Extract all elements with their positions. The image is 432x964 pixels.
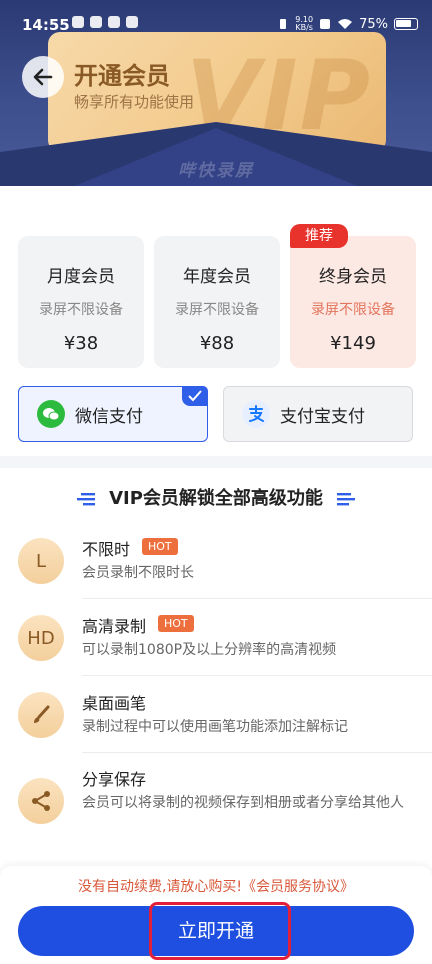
plan-price: ¥38 (63, 333, 99, 354)
page-title: 开通会员 (74, 62, 170, 90)
feature-desc: 会员可以将录制的视频保存到相册或者分享给其他人 (82, 795, 404, 811)
purchase-bar: 没有自动续费,请放心购买!《会员服务协议》 立即开通 (0, 866, 432, 964)
divider (82, 752, 432, 753)
check-icon (182, 386, 208, 406)
feature-name: 分享保存 (82, 770, 147, 789)
plan-desc: 录屏不限设备 (311, 302, 395, 318)
plan-name: 月度会员 (47, 267, 115, 287)
vibrate-icon (280, 19, 287, 29)
plan-desc: 录屏不限设备 (175, 302, 259, 318)
app-notification-icon (126, 16, 138, 28)
feature-name: 高清录制 (82, 617, 147, 636)
back-button[interactable] (22, 56, 64, 98)
tiktok-icon (90, 16, 102, 28)
feature-name: 不限时 (82, 540, 131, 559)
alipay-label: 支付宝支付 (280, 406, 365, 427)
status-time: 14:55 (22, 16, 70, 34)
feature-icon-hd: HD (18, 615, 64, 661)
notification-icons (72, 16, 138, 28)
share-icon (18, 778, 64, 824)
alipay-option[interactable]: 支付宝支付 (223, 386, 413, 442)
plan-name: 年度会员 (183, 267, 251, 287)
plan-yearly[interactable]: 年度会员 录屏不限设备 ¥88 (154, 236, 280, 368)
message-icon (108, 16, 120, 28)
battery-icon (394, 18, 418, 30)
status-bar: 14:55 9.10 KB/s 75% (0, 0, 432, 48)
status-right: 9.10 KB/s 75% (277, 16, 418, 32)
highlight-box (149, 902, 291, 960)
plan-price: ¥149 (330, 333, 376, 354)
arrow-left-icon (33, 68, 53, 86)
plan-lifetime[interactable]: 终身会员 录屏不限设备 ¥149 (290, 236, 416, 368)
sim-icon (320, 19, 331, 29)
menu-lines-icon (76, 493, 95, 506)
menu-lines-icon (337, 493, 356, 506)
divider (82, 598, 432, 599)
plan-monthly[interactable]: 月度会员 录屏不限设备 ¥38 (18, 236, 144, 368)
network-speed: 9.10 KB/s (295, 15, 314, 32)
plan-price: ¥88 (199, 333, 235, 354)
plan-name: 终身会员 (319, 267, 387, 287)
features-heading: VIP会员解锁全部高级功能 (0, 484, 432, 510)
feature-desc: 会员录制不限时长 (82, 565, 194, 581)
auto-renew-notice[interactable]: 没有自动续费,请放心购买!《会员服务协议》 (0, 876, 432, 896)
brand-watermark: 哔快录屏 (178, 161, 254, 181)
feature-desc: 录制过程中可以使用画笔功能添加注解标记 (82, 719, 348, 735)
plans-section: 月度会员 录屏不限设备 ¥38 年度会员 录屏不限设备 ¥88 终身会员 录屏不… (0, 186, 432, 456)
recommend-badge: 推荐 (290, 224, 348, 248)
wechat-icon (37, 400, 65, 428)
plan-desc: 录屏不限设备 (39, 302, 123, 318)
wifi-icon (338, 19, 353, 29)
app-notification-icon (72, 16, 84, 28)
brush-icon (18, 692, 64, 738)
feature-icon-l: L (18, 538, 64, 584)
wechat-pay-option[interactable]: 微信支付 (18, 386, 208, 442)
alipay-icon (242, 400, 270, 428)
page-subtitle: 畅享所有功能使用 (74, 93, 195, 111)
hot-badge: HOT (158, 615, 194, 632)
hot-badge: HOT (142, 538, 178, 555)
divider (82, 675, 432, 676)
battery-percent: 75% (359, 16, 388, 32)
feature-name: 桌面画笔 (82, 694, 147, 713)
wechat-pay-label: 微信支付 (75, 406, 143, 427)
feature-desc: 可以录制1080P及以上分辨率的高清视频 (82, 642, 337, 658)
